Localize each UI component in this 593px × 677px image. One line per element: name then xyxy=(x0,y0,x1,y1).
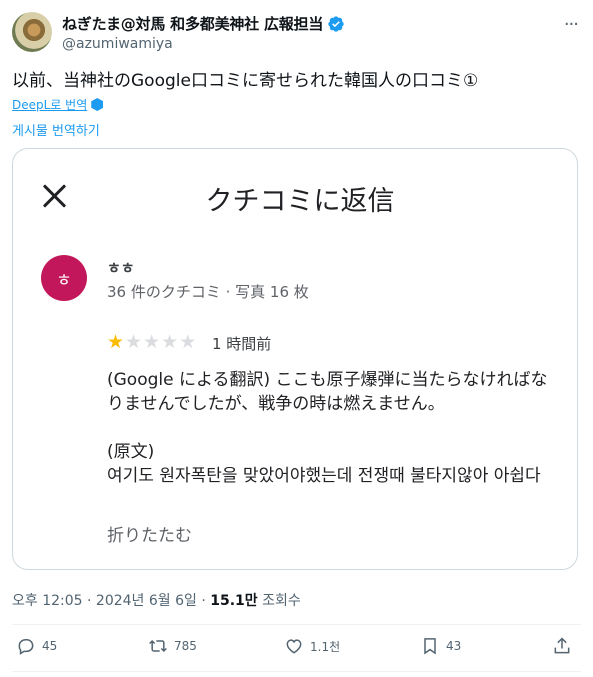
bookmark-count: 43 xyxy=(446,639,462,653)
star-filled-icon: ★ xyxy=(107,331,125,353)
tweet-time-date[interactable]: 오후 12:05 · 2024년 6월 6일 · xyxy=(12,593,210,609)
review-body: (Google による翻訳) ここも原子爆弾に当たらなければなりませんでしたが、… xyxy=(107,368,557,512)
author-avatar[interactable] xyxy=(12,12,52,52)
reviewer-avatar: ㅎ xyxy=(41,255,87,301)
reply-count: 45 xyxy=(42,639,58,653)
bookmark-button[interactable]: 43 xyxy=(420,636,461,656)
review-translated-text: (Google による翻訳) ここも原子爆弾に当たらなければなりませんでしたが、… xyxy=(107,370,548,414)
star-empty-icon: ★ xyxy=(161,331,179,353)
star-empty-icon: ★ xyxy=(179,331,197,353)
views-label: 조회수 xyxy=(257,593,301,609)
star-rating: ★ ★ ★ ★ ★ xyxy=(107,332,196,352)
like-button[interactable]: 1.1천 xyxy=(284,636,340,656)
deepl-label[interactable]: DeepL로 번역 xyxy=(12,96,87,113)
reply-icon xyxy=(18,639,34,655)
review-original-label: (原文) xyxy=(107,442,155,462)
share-icon xyxy=(554,637,570,654)
review-original-text: 여기도 원자폭탄을 맞았어야했는데 전쟁때 불타지않아 아쉽다 xyxy=(107,466,541,486)
translate-post-link[interactable]: 게시물 번역하기 xyxy=(12,120,100,139)
retweet-icon xyxy=(149,639,167,653)
views-count: 15.1만 xyxy=(210,593,258,609)
action-bar: 45 785 1.1천 43 xyxy=(12,636,578,662)
review-time: 1 時間前 xyxy=(212,335,272,353)
star-empty-icon: ★ xyxy=(125,331,143,353)
reviewer-name: ㅎㅎ xyxy=(107,259,135,277)
author-display-name[interactable]: ねぎたま@対馬 和多都美神社 広報担当 xyxy=(62,13,323,34)
author-handle[interactable]: @azumiwamiya xyxy=(62,36,173,52)
more-options-icon[interactable]: ··· xyxy=(564,14,579,35)
review-reply-title: クチコミに返信 xyxy=(205,186,395,217)
deepl-translate-link[interactable]: DeepL로 번역 xyxy=(12,96,104,113)
retweet-button[interactable]: 785 xyxy=(148,636,197,656)
tweet-text: 以前、当神社のGoogle口コミに寄せられた韓国人の口コミ① xyxy=(12,71,479,91)
divider xyxy=(12,671,581,672)
divider xyxy=(12,624,581,625)
reply-button[interactable]: 45 xyxy=(16,636,57,656)
share-button[interactable] xyxy=(552,636,572,656)
tweet-timestamp: 오후 12:05 · 2024년 6월 6일 · 15.1만 조회수 xyxy=(12,590,301,610)
attached-image[interactable]: クチコミに返信 ㅎ ㅎㅎ 36 件のクチコミ · 写真 16 枚 ★ ★ ★ ★… xyxy=(12,148,578,570)
retweet-count: 785 xyxy=(174,639,197,653)
heart-icon xyxy=(286,639,302,654)
star-empty-icon: ★ xyxy=(143,331,161,353)
bookmark-icon xyxy=(424,638,436,655)
verified-badge-icon xyxy=(328,15,344,32)
reviewer-meta: 36 件のクチコミ · 写真 16 枚 xyxy=(107,283,309,301)
like-count: 1.1천 xyxy=(310,639,341,654)
author-name-row: ねぎたま@対馬 和多都美神社 広報担当 xyxy=(62,13,345,34)
deepl-icon xyxy=(91,98,104,111)
collapse-link: 折りたたむ xyxy=(107,526,192,546)
tweet-header: ねぎたま@対馬 和多都美神社 広報担当 @azumiwamiya ··· xyxy=(12,10,582,56)
